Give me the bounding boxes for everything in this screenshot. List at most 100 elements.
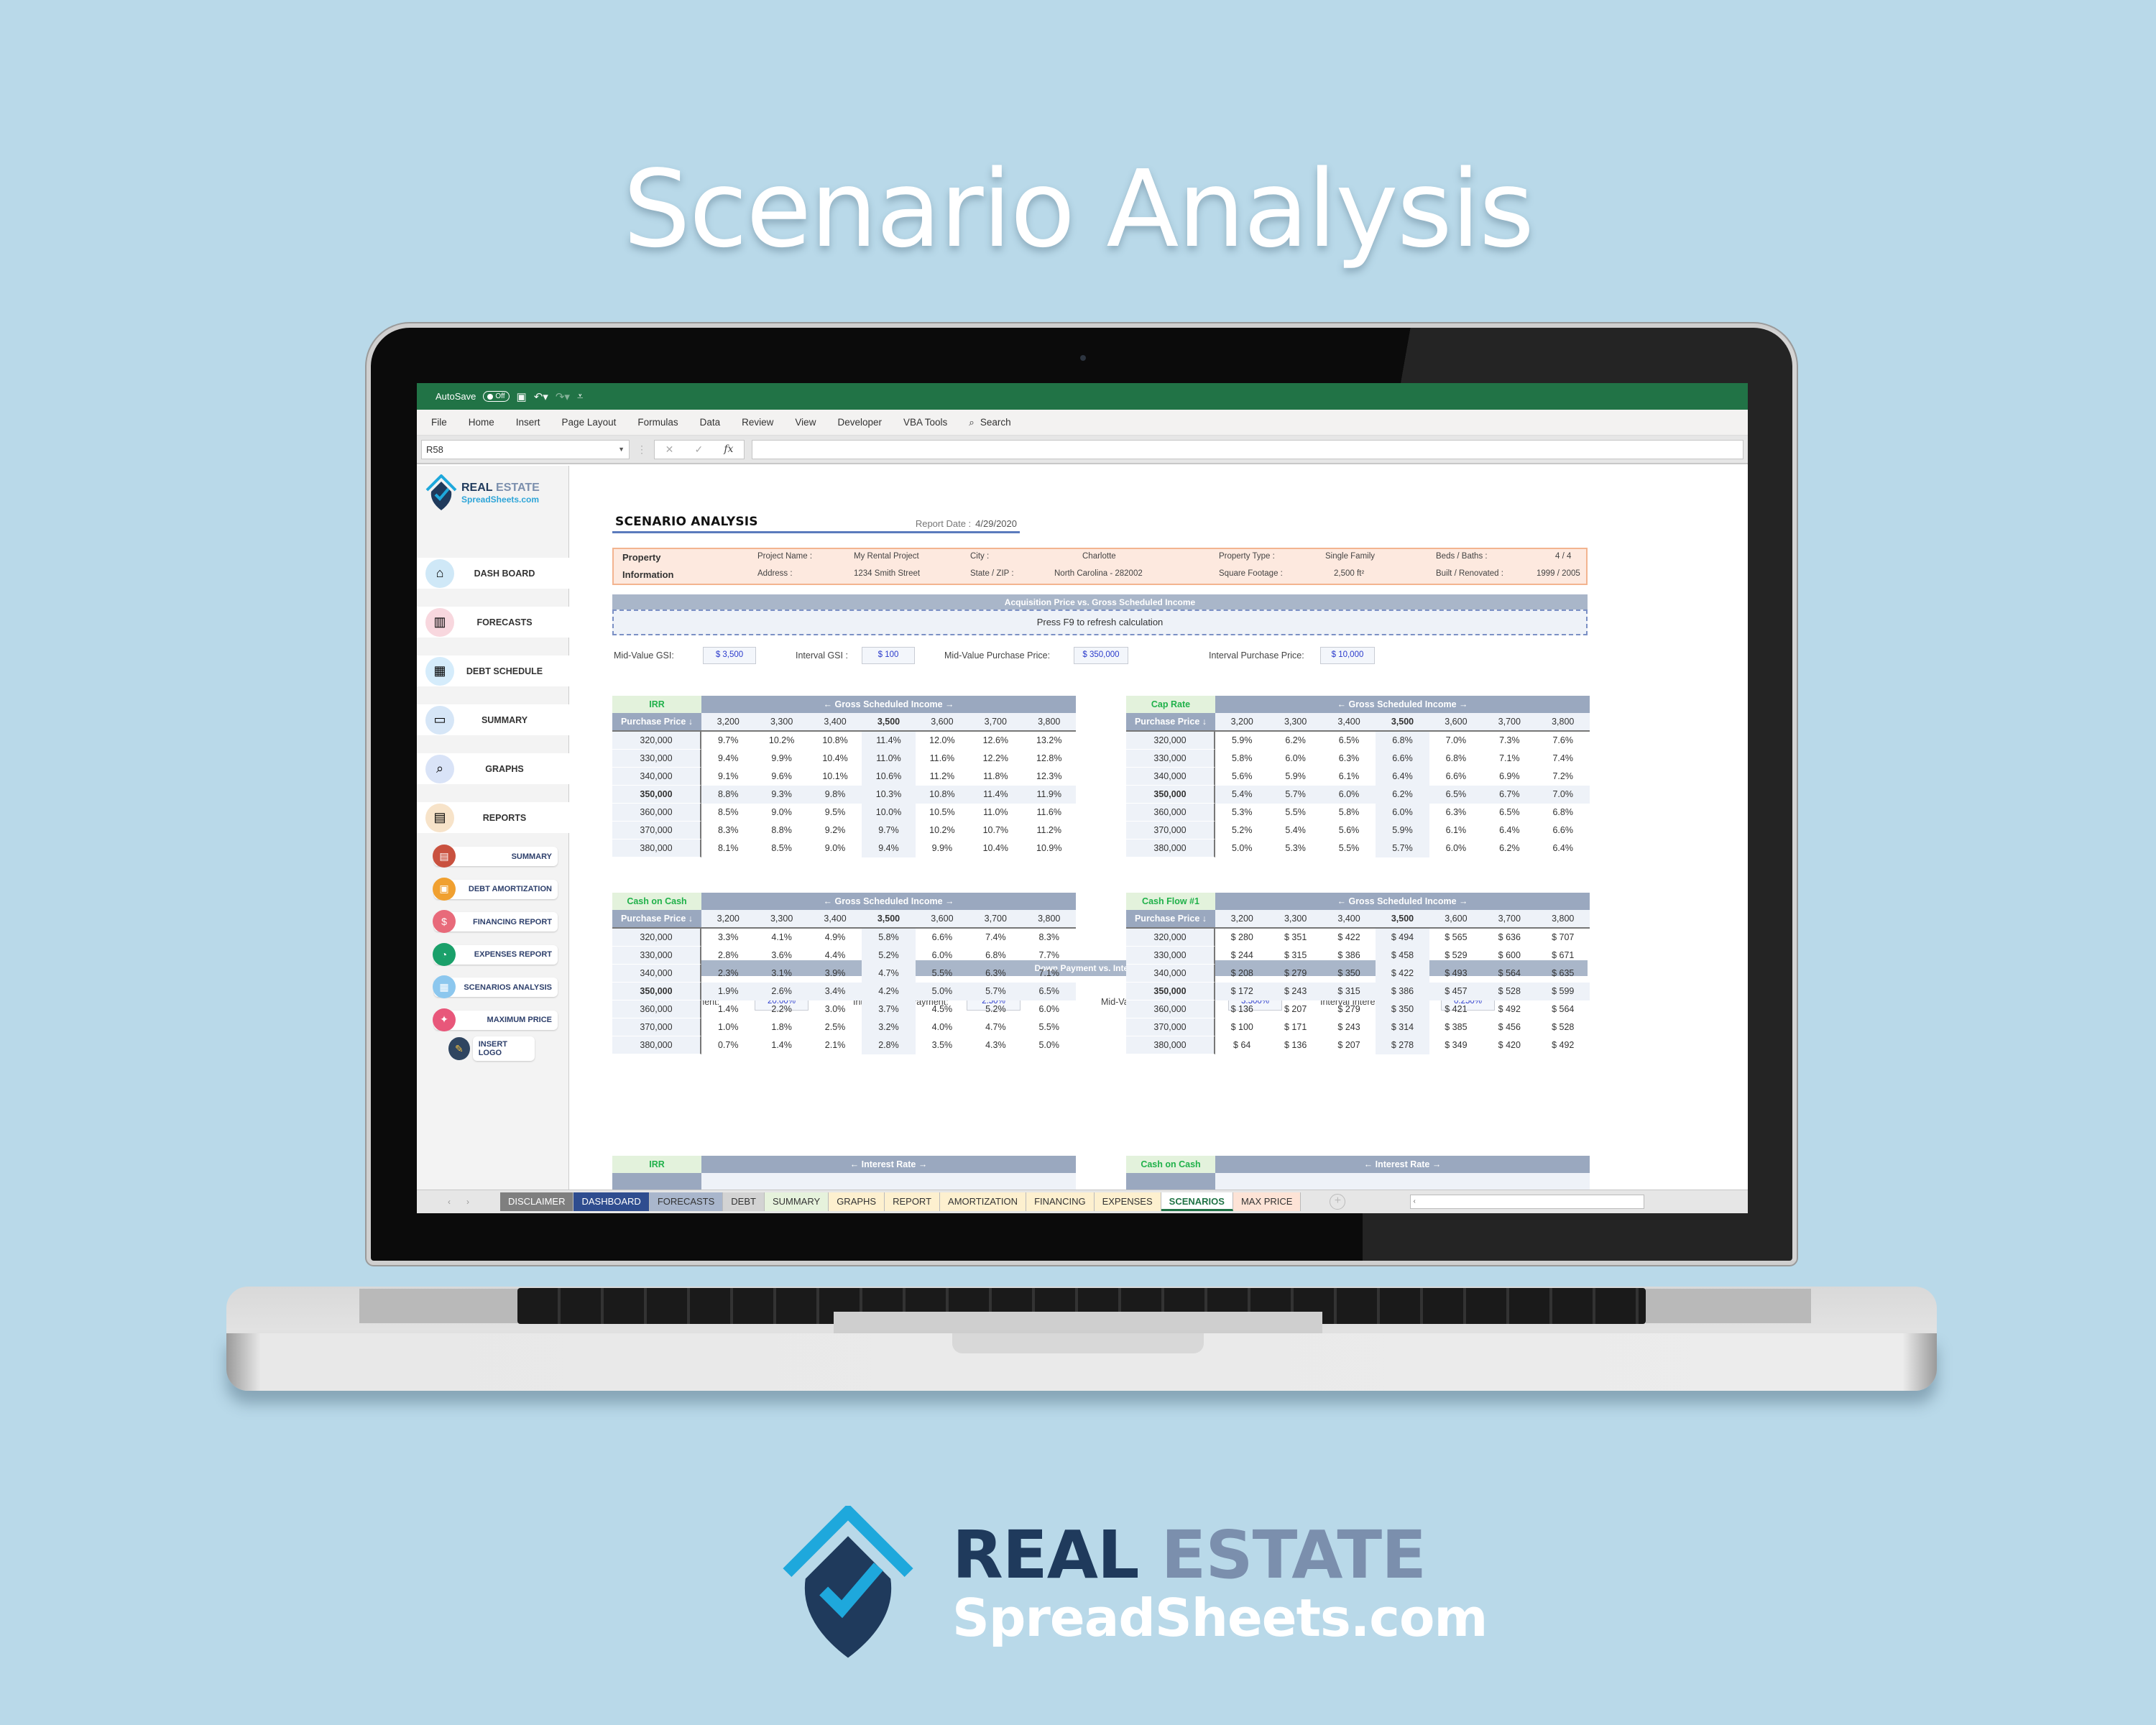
table-cell[interactable]: 5.0% <box>1023 1036 1076 1054</box>
table-cell[interactable]: 4.4% <box>808 947 862 965</box>
table-cell[interactable]: 1.4% <box>701 1000 755 1018</box>
sidebar-item-summary[interactable]: ▭ SUMMARY <box>417 704 569 735</box>
menu-view[interactable]: View <box>795 417 816 428</box>
table-cell[interactable]: 4.0% <box>916 1018 969 1036</box>
table-cell[interactable]: 5.6% <box>1322 822 1376 840</box>
add-sheet-icon[interactable]: + <box>1330 1194 1346 1210</box>
menu-file[interactable]: File <box>431 417 447 428</box>
built-renovated-value[interactable]: 1999 / 2005 <box>1537 569 1580 578</box>
table-cell[interactable]: 6.4% <box>1376 768 1429 786</box>
table-cell[interactable]: $ 207 <box>1322 1036 1376 1054</box>
table-cell[interactable]: $ 243 <box>1268 983 1322 1000</box>
redo-icon[interactable]: ↷▾ <box>556 390 570 403</box>
table-cell[interactable]: 3.9% <box>808 965 862 983</box>
table-cell[interactable]: 6.7% <box>1483 786 1537 804</box>
table-cell[interactable]: $ 350 <box>1376 1000 1429 1018</box>
table-cell[interactable]: 5.2% <box>1215 822 1268 840</box>
table-cell[interactable]: 13.2% <box>1023 732 1076 750</box>
table-cell[interactable]: $ 707 <box>1537 929 1590 947</box>
table-cell[interactable]: 11.2% <box>916 768 969 786</box>
project-name-value[interactable]: My Rental Project <box>854 552 919 561</box>
table-cell[interactable]: $ 315 <box>1268 947 1322 965</box>
table-cell[interactable]: 6.0% <box>1268 750 1322 768</box>
table-cell[interactable]: $ 279 <box>1268 965 1322 983</box>
search-box[interactable]: ⌕ Search <box>969 417 1010 428</box>
table-cell[interactable]: 2.6% <box>755 983 808 1000</box>
table-cell[interactable]: $ 350 <box>1322 965 1376 983</box>
state-zip-value[interactable]: North Carolina - 282002 <box>1054 569 1143 578</box>
table-cell[interactable]: 4.3% <box>969 1036 1022 1054</box>
table-cell[interactable]: 7.0% <box>1536 786 1590 804</box>
beds-baths-value[interactable]: 4 / 4 <box>1555 552 1571 561</box>
table-cell[interactable]: $ 100 <box>1215 1018 1268 1036</box>
table-cell[interactable]: 12.6% <box>969 732 1022 750</box>
table-cell[interactable]: 5.4% <box>1268 822 1322 840</box>
table-cell[interactable]: 5.0% <box>915 983 969 1000</box>
insert-logo-button[interactable]: ✎ INSERT LOGO <box>448 1036 535 1061</box>
table-cell[interactable]: 11.9% <box>1022 786 1076 804</box>
table-cell[interactable]: 1.0% <box>701 1018 755 1036</box>
table-cell[interactable]: 9.9% <box>755 750 808 768</box>
param-input[interactable]: $ 3,500 <box>703 647 756 664</box>
table-cell[interactable]: 1.9% <box>701 983 755 1000</box>
table-cell[interactable]: 6.3% <box>969 965 1022 983</box>
table-cell[interactable]: 12.2% <box>969 750 1022 768</box>
table-cell[interactable]: 5.0% <box>1215 840 1268 857</box>
table-cell[interactable]: 11.6% <box>1023 804 1076 822</box>
table-cell[interactable]: $ 351 <box>1268 929 1322 947</box>
sheet-tab-amortization[interactable]: AMORTIZATION <box>940 1192 1027 1211</box>
table-cell[interactable]: 2.8% <box>701 947 755 965</box>
table-cell[interactable]: 2.5% <box>808 1018 862 1036</box>
table-cell[interactable]: 6.4% <box>1483 822 1536 840</box>
sidebar-report-expenses-report[interactable]: ◔ EXPENSES REPORT <box>433 942 558 966</box>
table-cell[interactable]: 10.2% <box>916 822 969 840</box>
formula-input[interactable] <box>752 439 1743 459</box>
table-cell[interactable]: 6.6% <box>1376 750 1429 768</box>
table-cell[interactable]: $ 172 <box>1215 983 1269 1000</box>
table-cell[interactable]: 5.8% <box>1322 804 1376 822</box>
table-cell[interactable]: 9.8% <box>808 786 862 804</box>
table-cell[interactable]: 5.6% <box>1215 768 1268 786</box>
table-cell[interactable]: 11.8% <box>969 768 1022 786</box>
table-cell[interactable]: $ 386 <box>1322 947 1376 965</box>
table-cell[interactable]: $ 635 <box>1537 965 1590 983</box>
table-cell[interactable]: 10.4% <box>969 840 1022 857</box>
table-cell[interactable]: 5.9% <box>1268 768 1322 786</box>
table-cell[interactable]: 7.2% <box>1537 768 1590 786</box>
enter-icon[interactable]: ✓ <box>694 443 703 456</box>
table-cell[interactable]: 6.0% <box>1429 840 1483 857</box>
table-cell[interactable]: 6.9% <box>1483 768 1536 786</box>
menu-review[interactable]: Review <box>742 417 773 428</box>
undo-icon[interactable]: ↶▾ <box>534 390 548 403</box>
table-cell[interactable]: 10.4% <box>808 750 862 768</box>
table-cell[interactable]: 6.8% <box>1537 804 1590 822</box>
table-cell[interactable]: 5.3% <box>1268 840 1322 857</box>
table-cell[interactable]: 6.4% <box>1537 840 1590 857</box>
sheet-tab-dashboard[interactable]: DASHBOARD <box>573 1192 650 1211</box>
table-cell[interactable]: 5.7% <box>1376 840 1429 857</box>
param-input[interactable]: $ 350,000 <box>1074 647 1128 664</box>
table-cell[interactable]: 8.1% <box>701 840 755 857</box>
table-cell[interactable]: 10.5% <box>916 804 969 822</box>
table-cell[interactable]: $ 564 <box>1483 965 1536 983</box>
table-cell[interactable]: $ 528 <box>1483 983 1537 1000</box>
sheet-tab-disclaimer[interactable]: DISCLAIMER <box>500 1192 574 1211</box>
table-cell[interactable]: 5.5% <box>1322 840 1376 857</box>
table-cell[interactable]: 6.2% <box>1268 732 1322 750</box>
table-cell[interactable]: 4.7% <box>969 1018 1022 1036</box>
table-cell[interactable]: $ 279 <box>1322 1000 1376 1018</box>
table-cell[interactable]: 9.2% <box>808 822 862 840</box>
table-cell[interactable]: 5.8% <box>862 929 916 947</box>
table-cell[interactable]: 11.2% <box>1023 822 1076 840</box>
table-cell[interactable]: 4.9% <box>808 929 862 947</box>
table-cell[interactable]: 8.8% <box>755 822 808 840</box>
table-cell[interactable]: 6.8% <box>969 947 1022 965</box>
table-cell[interactable]: 9.4% <box>862 840 916 857</box>
table-cell[interactable]: $ 600 <box>1483 947 1536 965</box>
table-cell[interactable]: $ 492 <box>1537 1036 1590 1054</box>
table-cell[interactable]: $ 349 <box>1429 1036 1483 1054</box>
table-cell[interactable]: 6.3% <box>1322 750 1376 768</box>
table-cell[interactable]: 5.4% <box>1215 786 1269 804</box>
table-cell[interactable]: 3.7% <box>862 1000 916 1018</box>
table-cell[interactable]: 6.8% <box>1376 732 1429 750</box>
